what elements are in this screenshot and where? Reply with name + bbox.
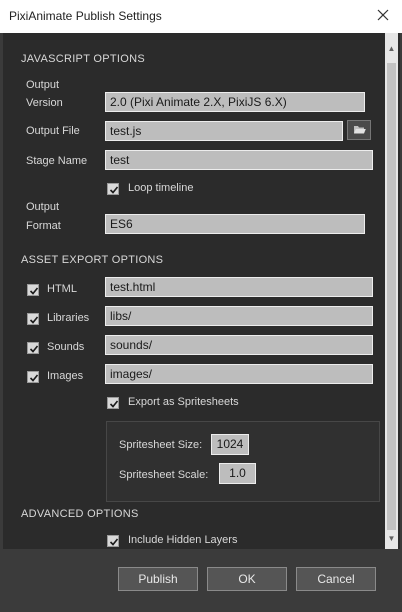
spritesheet-options-panel: Spritesheet Size: 1024 Spritesheet Scale…: [106, 421, 380, 502]
settings-panel: JAVASCRIPT OPTIONS Output Version 2.0 (P…: [3, 33, 400, 549]
output-format-label-line2: Format: [26, 220, 61, 232]
scrollbar-thumb[interactable]: [387, 63, 396, 530]
html-label: HTML: [47, 283, 77, 295]
scroll-up-icon[interactable]: ▲: [385, 43, 398, 55]
images-label: Images: [47, 370, 84, 382]
sounds-checkbox[interactable]: [27, 342, 39, 354]
output-file-label: Output File: [26, 125, 80, 137]
sounds-label: Sounds: [47, 341, 85, 353]
spritesheet-scale-label: Spritesheet Scale:: [119, 469, 209, 481]
sounds-path-input[interactable]: sounds/: [105, 335, 373, 355]
export-spritesheets-label: Export as Spritesheets: [128, 396, 239, 408]
libraries-path-input[interactable]: libs/: [105, 306, 373, 326]
export-spritesheets-checkbox[interactable]: [107, 397, 119, 409]
browse-folder-button[interactable]: [347, 120, 371, 140]
include-hidden-layers-checkbox[interactable]: [107, 535, 119, 547]
output-file-input[interactable]: test.js: [105, 121, 343, 141]
html-path-input[interactable]: test.html: [105, 277, 373, 297]
scroll-down-icon[interactable]: ▼: [385, 533, 398, 545]
scrollbar[interactable]: ▲ ▼: [385, 33, 398, 549]
spritesheet-size-input[interactable]: 1024: [211, 434, 249, 455]
images-path-input[interactable]: images/: [105, 364, 373, 384]
output-format-label-line1: Output: [26, 201, 60, 213]
output-version-label-line1: Output: [26, 79, 60, 91]
spritesheet-size-label: Spritesheet Size:: [119, 439, 203, 451]
output-version-label-line2: Version: [26, 97, 63, 109]
cancel-button[interactable]: Cancel: [296, 567, 376, 591]
libraries-checkbox[interactable]: [27, 313, 39, 325]
loop-timeline-label: Loop timeline: [128, 182, 194, 194]
title-bar: PixiAnimate Publish Settings: [0, 0, 402, 33]
output-format-select[interactable]: ES6: [105, 214, 365, 234]
stage-name-label: Stage Name: [26, 155, 88, 167]
close-icon[interactable]: [372, 4, 394, 26]
ok-button[interactable]: OK: [207, 567, 287, 591]
asset-export-options-header: ASSET EXPORT OPTIONS: [21, 254, 164, 266]
include-hidden-layers-label: Include Hidden Layers: [128, 534, 238, 546]
stage-name-input[interactable]: test: [105, 150, 373, 170]
publish-button[interactable]: Publish: [118, 567, 198, 591]
advanced-options-header: ADVANCED OPTIONS: [21, 508, 139, 520]
javascript-options-header: JAVASCRIPT OPTIONS: [21, 53, 145, 65]
libraries-label: Libraries: [47, 312, 90, 324]
spritesheet-scale-input[interactable]: 1.0: [219, 463, 256, 484]
html-checkbox[interactable]: [27, 284, 39, 296]
images-checkbox[interactable]: [27, 371, 39, 383]
output-version-select[interactable]: 2.0 (Pixi Animate 2.X, PixiJS 6.X): [105, 92, 365, 112]
loop-timeline-checkbox[interactable]: [107, 183, 119, 195]
window-title: PixiAnimate Publish Settings: [9, 9, 162, 23]
